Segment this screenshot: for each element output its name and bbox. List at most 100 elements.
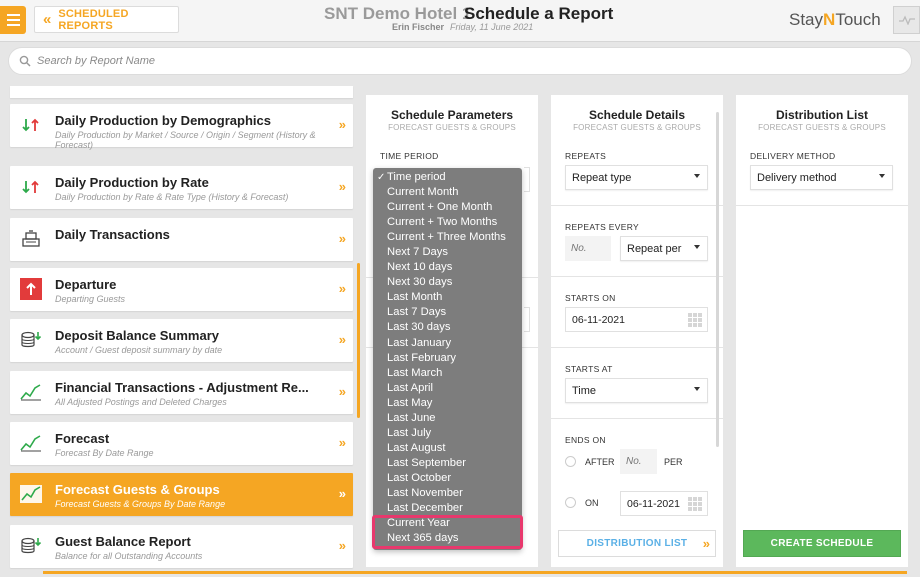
dropdown-option[interactable]: Last 7 Days — [373, 305, 522, 320]
dropdown-option[interactable]: Last July — [373, 426, 522, 441]
hotel-name: SNT Demo Hotel 1 — [324, 4, 472, 23]
dropdown-option[interactable]: Last November — [373, 486, 522, 501]
dropdown-option[interactable]: Last June — [373, 411, 522, 426]
create-schedule-button[interactable]: CREATE SCHEDULE — [743, 530, 901, 557]
scheduled-reports-back-button[interactable]: « SCHEDULED REPORTS — [34, 6, 179, 33]
search-input[interactable] — [37, 55, 837, 67]
report-list-scrollbar[interactable] — [357, 263, 360, 418]
report-description: Daily Production by Market / Source / Or… — [55, 130, 316, 150]
caret-down-icon — [694, 174, 700, 178]
hidden-field-edge — [524, 167, 530, 192]
double-chevron-right-icon: » — [338, 384, 346, 399]
schedule-details-panel: Schedule Details FORECAST GUESTS & GROUP… — [551, 95, 723, 567]
report-item-daily-production-demographics[interactable]: Daily Production by Demographics Daily P… — [10, 104, 353, 150]
ends-on-date-field[interactable]: 06-11-2021 — [620, 491, 708, 516]
menu-line — [6, 19, 20, 21]
select-value: Time — [572, 384, 597, 397]
per-label: PER — [664, 457, 683, 467]
date-value: 06-11-2021 — [572, 313, 625, 326]
dropdown-option[interactable]: Last August — [373, 441, 522, 456]
repeats-select[interactable]: Repeat type — [565, 165, 708, 190]
starts-at-select[interactable]: Time — [565, 378, 708, 403]
calendar-icon — [688, 313, 702, 327]
ends-on-radio[interactable] — [565, 497, 576, 508]
dropdown-option[interactable]: Last October — [373, 471, 522, 486]
report-description: Forecast Guests & Groups By Date Range — [55, 499, 226, 509]
brand-text: Touch — [835, 10, 881, 29]
dropdown-option[interactable]: Next 10 days — [373, 260, 522, 275]
repeats-every-label: REPEATS EVERY — [565, 222, 639, 232]
departure-arrow-icon — [19, 277, 43, 301]
double-chevron-right-icon: » — [338, 435, 346, 450]
report-item-forecast-guests-groups[interactable]: Forecast Guests & Groups Forecast Guests… — [10, 473, 353, 516]
ends-after-count-input[interactable] — [620, 449, 657, 474]
caret-down-icon — [879, 174, 885, 178]
starts-on-date-field[interactable]: 06-11-2021 — [565, 307, 708, 332]
report-item-forecast[interactable]: Forecast Forecast By Date Range » — [10, 422, 353, 465]
repeat-per-select[interactable]: Repeat per — [620, 236, 708, 261]
dropdown-option[interactable]: Last March — [373, 366, 522, 381]
hamburger-menu-button[interactable] — [0, 6, 26, 34]
dropdown-option[interactable]: Last September — [373, 456, 522, 471]
caret-down-icon — [694, 387, 700, 391]
delivery-method-select[interactable]: Delivery method — [750, 165, 893, 190]
hidden-field-edge — [524, 307, 530, 332]
report-description: Daily Production by Rate & Rate Type (Hi… — [55, 192, 289, 202]
dropdown-option[interactable]: Current + Three Months — [373, 230, 522, 245]
report-title: Forecast Guests & Groups — [55, 482, 220, 497]
double-chevron-left-icon: « — [43, 11, 52, 28]
dropdown-option-selected[interactable]: ✓ Time period — [373, 170, 522, 185]
divider — [736, 205, 908, 206]
ends-after-radio[interactable] — [565, 456, 576, 467]
dropdown-option[interactable]: Last January — [373, 336, 522, 351]
distribution-list-panel: Distribution List FORECAST GUESTS & GROU… — [736, 95, 908, 567]
report-item-partial[interactable] — [10, 86, 353, 98]
time-period-dropdown[interactable]: ✓ Time period Current Month Current + One… — [373, 168, 522, 550]
brand-text: N — [823, 10, 836, 29]
double-chevron-right-icon: » — [338, 332, 346, 347]
report-title: Departure — [55, 277, 117, 292]
report-item-guest-balance[interactable]: Guest Balance Report Balance for all Out… — [10, 525, 353, 568]
coin-stack-icon — [19, 328, 43, 352]
option-label: Time period — [387, 171, 446, 183]
activity-button[interactable] — [893, 6, 920, 34]
dropdown-option[interactable]: Current + Two Months — [373, 215, 522, 230]
details-scrollbar[interactable] — [716, 112, 719, 447]
up-down-arrows-icon — [19, 113, 43, 137]
dropdown-option[interactable]: Current Month — [373, 185, 522, 200]
header-date: Friday, 11 June 2021 — [450, 22, 534, 32]
report-item-departure[interactable]: Departure Departing Guests » — [10, 268, 353, 311]
dropdown-option[interactable]: Last 30 days — [373, 320, 522, 335]
menu-line — [6, 14, 20, 16]
report-title: Daily Production by Demographics — [55, 113, 271, 128]
dropdown-option[interactable]: Next 7 Days — [373, 245, 522, 260]
button-label: DISTRIBUTION LIST — [586, 538, 688, 549]
dropdown-option[interactable]: Next 30 days — [373, 275, 522, 290]
dropdown-option[interactable]: Last April — [373, 381, 522, 396]
time-period-label: TIME PERIOD — [380, 151, 439, 161]
distribution-list-button[interactable]: DISTRIBUTION LIST » — [558, 530, 716, 557]
cash-register-icon — [19, 227, 43, 251]
report-item-deposit-balance-summary[interactable]: Deposit Balance Summary Account / Guest … — [10, 319, 353, 362]
search-bar[interactable] — [8, 47, 912, 75]
double-chevron-right-icon: » — [702, 536, 710, 551]
report-item-daily-transactions[interactable]: Daily Transactions » — [10, 218, 353, 261]
select-value: Repeat per — [627, 242, 682, 255]
dropdown-option[interactable]: Last February — [373, 351, 522, 366]
panel-subtitle: FORECAST GUESTS & GROUPS — [758, 123, 886, 132]
trend-chart-icon — [19, 380, 43, 404]
dropdown-option[interactable]: Current + One Month — [373, 200, 522, 215]
report-description: Balance for all Outstanding Accounts — [55, 551, 203, 561]
dropdown-option[interactable]: Last December — [373, 501, 522, 516]
caret-down-icon — [694, 245, 700, 249]
divider — [551, 347, 723, 348]
report-item-financial-transactions[interactable]: Financial Transactions - Adjustment Re..… — [10, 371, 353, 414]
repeats-every-input[interactable] — [565, 236, 611, 261]
report-item-daily-production-rate[interactable]: Daily Production by Rate Daily Productio… — [10, 166, 353, 209]
bottom-accent-bar — [43, 571, 907, 574]
user-name: Erin Fischer — [392, 22, 445, 32]
dropdown-option[interactable]: Last May — [373, 396, 522, 411]
button-label: CREATE SCHEDULE — [770, 538, 874, 549]
dropdown-option[interactable]: Last Month — [373, 290, 522, 305]
trend-chart-icon — [19, 482, 43, 506]
